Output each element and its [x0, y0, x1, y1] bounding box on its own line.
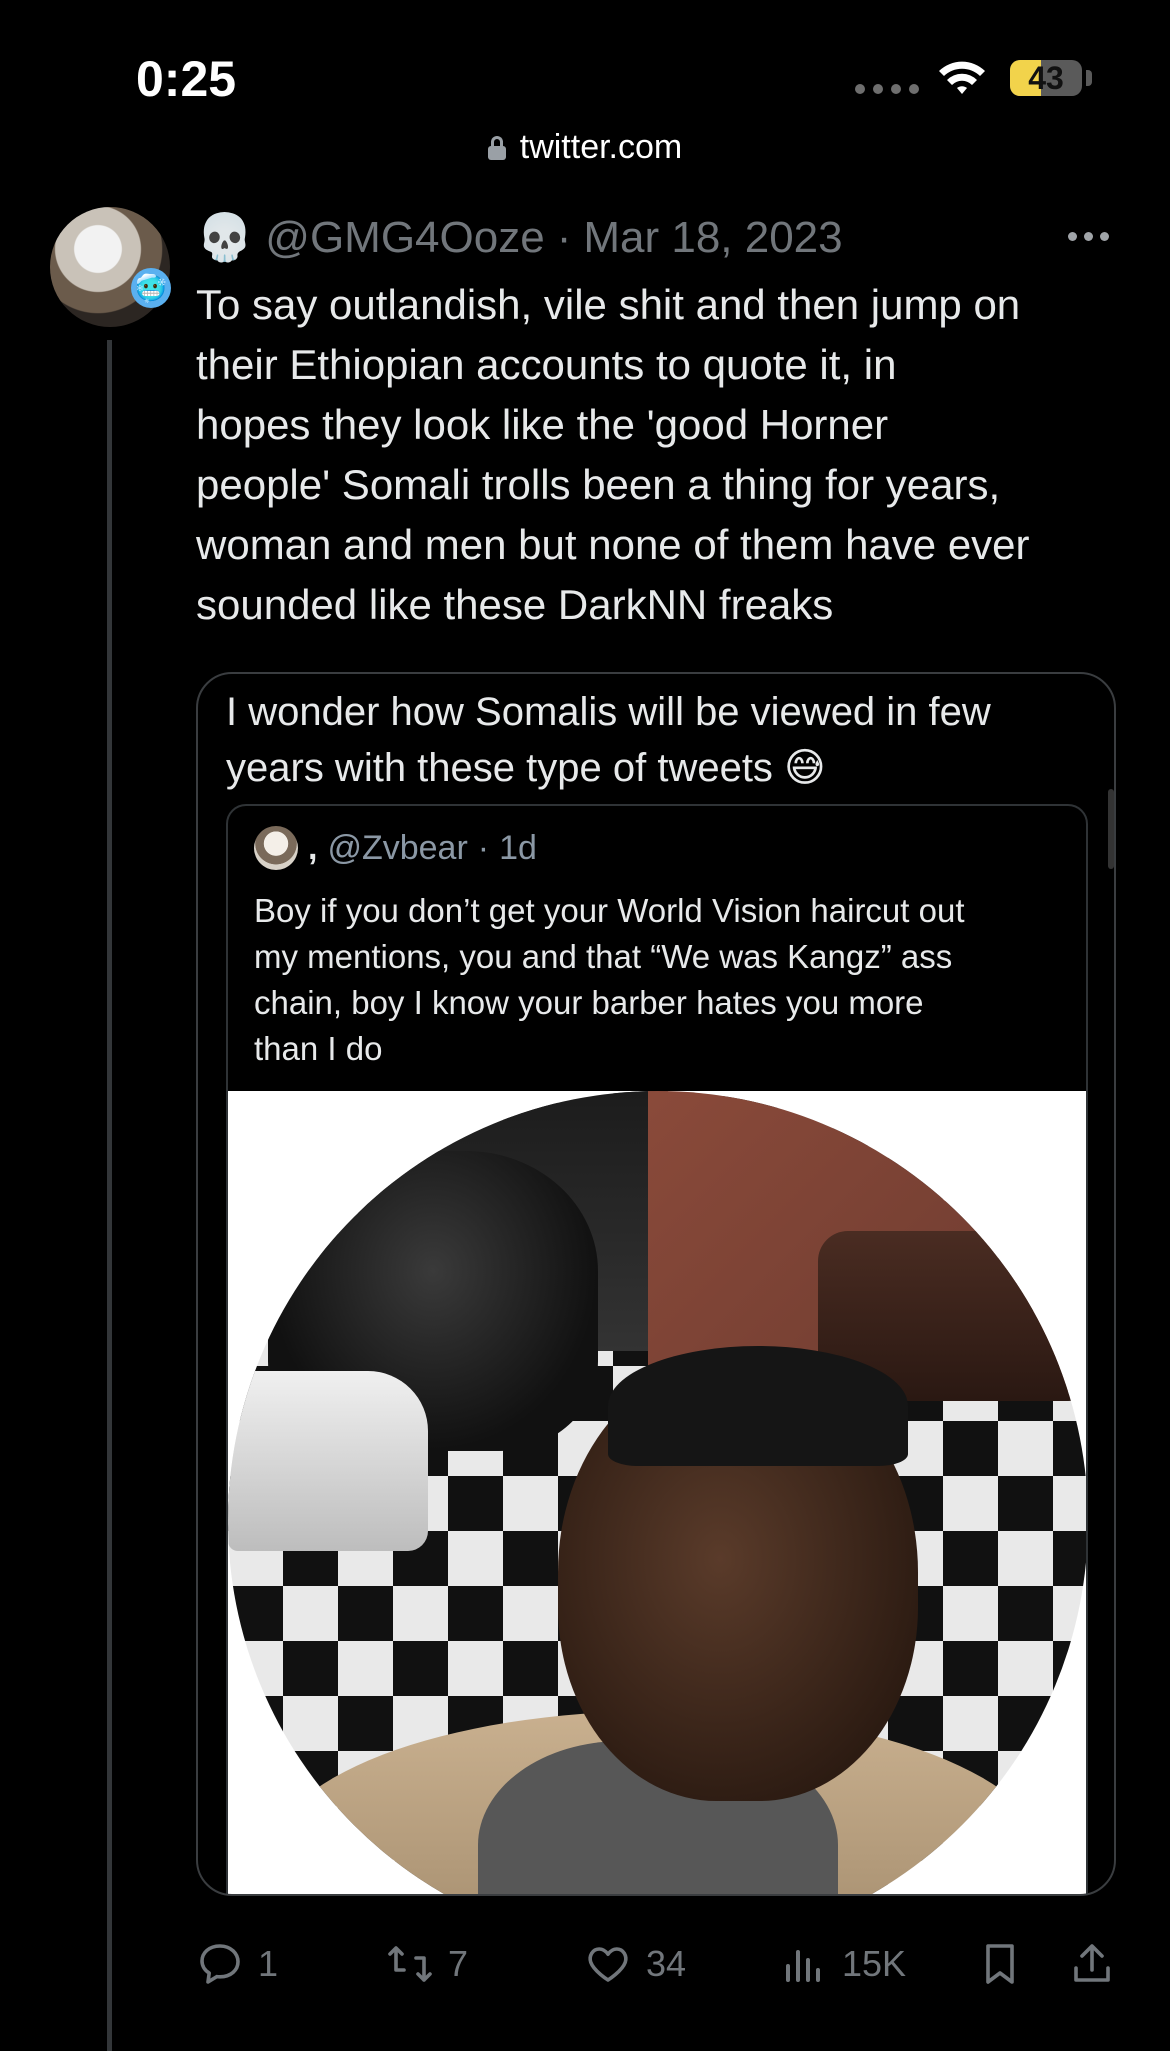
wifi-icon — [939, 61, 985, 94]
share-icon — [1074, 1944, 1110, 1982]
views-chart-icon — [786, 1950, 820, 1982]
battery-percent: 43 — [1028, 60, 1064, 96]
embedded-separator: · — [477, 828, 490, 867]
retweet-icon — [388, 1946, 432, 1982]
author-avatar[interactable] — [50, 207, 170, 327]
views-count: 15K — [842, 1943, 907, 1984]
avatar-badge-emoji: 🥶 — [131, 268, 171, 308]
header-separator: · — [556, 212, 572, 262]
embedded-age: 1d — [499, 828, 537, 867]
embedded-photo — [228, 1091, 1086, 1894]
lock-icon — [487, 135, 506, 160]
quote-tweet-text: I wonder how Somalis will be viewed in f… — [226, 690, 991, 790]
url-text: twitter.com — [519, 128, 683, 166]
tweet-date[interactable]: Mar 18, 2023 — [583, 213, 842, 263]
bookmark-icon — [986, 1944, 1014, 1984]
reply-icon — [200, 1944, 240, 1984]
battery-icon: 43 — [1010, 60, 1082, 96]
photo-chair-base — [228, 1371, 428, 1551]
battery-nub — [1086, 70, 1092, 86]
tweet-header: 💀 @GMG4Ooze · Mar 18, 2023 — [196, 210, 843, 265]
status-time: 0:25 — [136, 51, 237, 107]
embedded-screenshot: , @Zvbear · 1d Boy if you don’t get your… — [226, 804, 1088, 1894]
retweet-count: 7 — [448, 1943, 469, 1984]
circular-photo — [228, 1091, 1086, 1894]
quote-tweet-card[interactable]: I wonder how Somalis will be viewed in f… — [196, 672, 1116, 1896]
embedded-avatar — [254, 826, 298, 870]
more-options-icon[interactable] — [1068, 232, 1109, 241]
reply-count: 1 — [258, 1943, 279, 1984]
reply-button[interactable]: 1 — [196, 1940, 278, 1988]
bookmark-button[interactable] — [976, 1940, 1024, 1988]
retweet-button[interactable]: 7 — [386, 1940, 468, 1988]
views-button[interactable]: 15K — [780, 1940, 906, 1988]
like-button[interactable]: 34 — [584, 1940, 686, 1988]
embedded-tweet-text: Boy if you don’t get your World Vision h… — [254, 892, 965, 1067]
scroll-indicator — [1108, 789, 1114, 869]
tweet-text: To say outlandish, vile shit and then ju… — [196, 281, 1030, 628]
tweet-actions: 1 7 34 15K — [196, 1940, 1116, 2000]
thread-line — [107, 340, 112, 2051]
skull-emoji-icon[interactable]: 💀 — [196, 210, 253, 265]
embedded-handle: @Zvbear — [327, 828, 468, 867]
photo-person-hair — [608, 1346, 908, 1466]
author-handle[interactable]: @GMG4Ooze — [265, 213, 544, 263]
like-count: 34 — [646, 1943, 687, 1984]
embedded-comma: , — [308, 828, 318, 867]
share-button[interactable] — [1068, 1940, 1116, 1988]
heart-icon — [588, 1947, 628, 1982]
url-bar[interactable]: twitter.com — [0, 128, 1170, 167]
embedded-header: , @Zvbear · 1d — [254, 826, 537, 870]
signal-dots-icon — [855, 84, 919, 94]
